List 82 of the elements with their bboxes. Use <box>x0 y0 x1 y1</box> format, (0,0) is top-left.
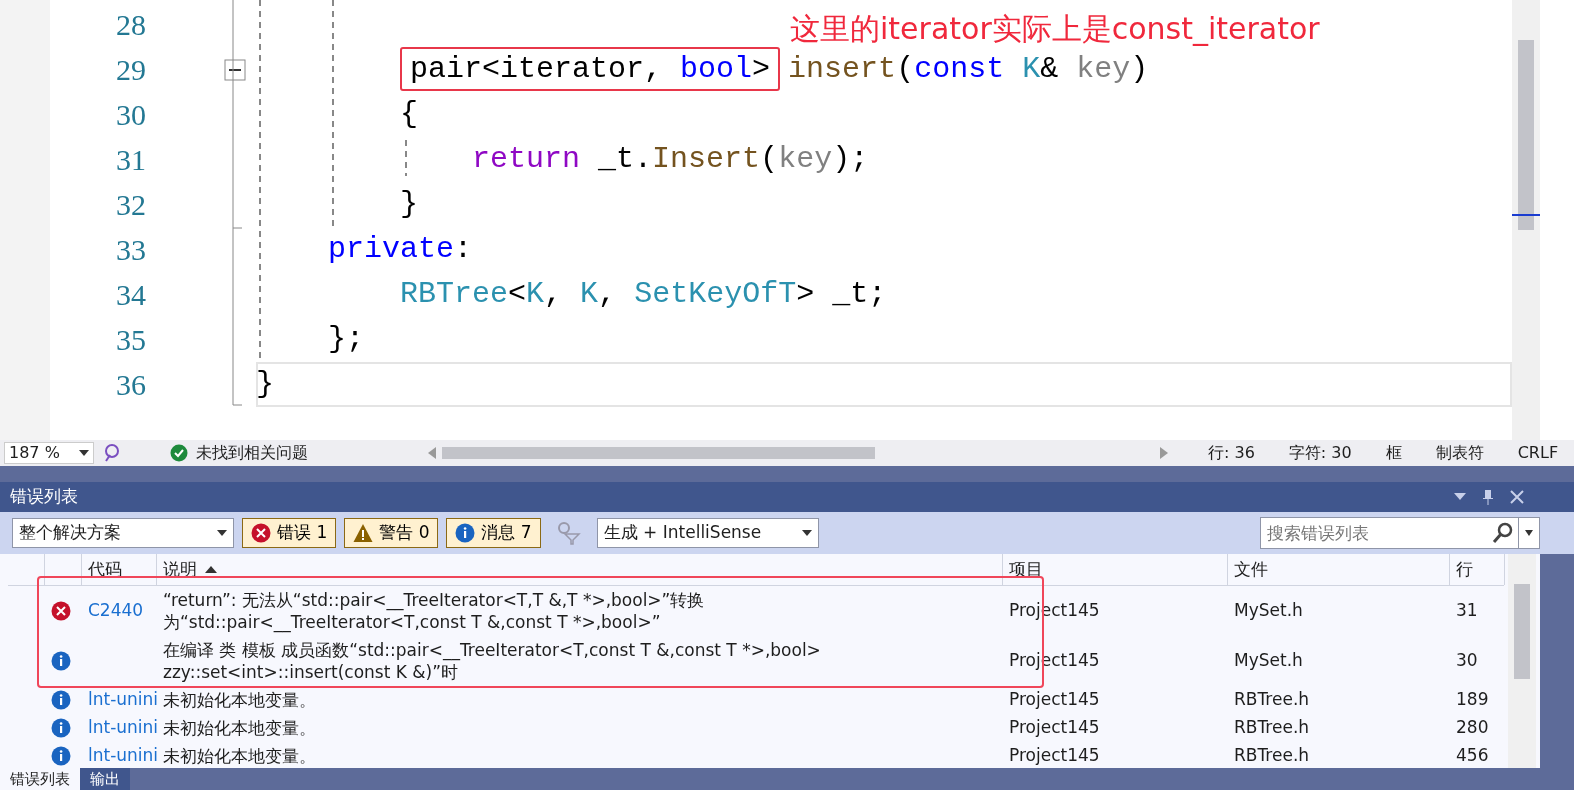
search-field[interactable]: 搜索错误列表 <box>1260 517 1540 549</box>
info-icon <box>455 523 476 543</box>
error-description: 未初始化本地变量。 <box>162 717 317 739</box>
search-icon[interactable] <box>1492 522 1514 544</box>
line-number: 31 <box>115 142 146 177</box>
sort-ascending-icon <box>205 565 217 574</box>
error-code-link[interactable]: lnt-unini <box>88 715 157 741</box>
error-code-link[interactable]: C2440 <box>88 598 144 624</box>
info-icon <box>51 718 71 738</box>
column-header[interactable]: 代码 <box>88 556 122 583</box>
dropdown-icon[interactable] <box>1454 493 1466 501</box>
table-cell-text: 456 <box>1456 744 1489 768</box>
table-cell-text: Project145 <box>1009 716 1100 740</box>
error-description: “return”: 无法从“std::pair<__TreeIterator<T,T &,T *>,bool>”转换为“std::pair<__TreeIterator<T,const T &,const T *>,bool>” <box>162 589 706 633</box>
caret-icon <box>79 450 89 456</box>
status-item: 字符: 30 <box>1288 442 1352 464</box>
warning-filter-button[interactable]: 警告 0 <box>344 518 439 548</box>
error-icon <box>51 601 71 621</box>
vertical-scrollbar[interactable] <box>1508 554 1536 768</box>
error-code-link[interactable]: lnt-unini <box>88 687 157 713</box>
table-cell-text: 189 <box>1456 688 1489 712</box>
table-cell-text: 30 <box>1456 649 1478 673</box>
info-filter-button[interactable]: 消息 7 <box>446 518 541 548</box>
error-code-link[interactable]: lnt-unini <box>88 743 157 769</box>
close-icon[interactable] <box>1510 490 1524 504</box>
status-item: 框 <box>1385 442 1402 464</box>
error-filter-button[interactable]: 错误 1 <box>242 518 337 548</box>
code-line: RBTree<K, K, SetKeyOfT> _t; <box>400 276 887 313</box>
line-number: 36 <box>115 367 146 402</box>
info-icon <box>51 690 71 710</box>
vertical-scrollbar[interactable] <box>1512 0 1540 440</box>
build-source-dropdown[interactable]: 生成 + IntelliSense <box>596 518 819 548</box>
code-line: pair<iterator, bool> insert(const K& key) <box>400 47 1149 92</box>
table-cell-text: MySet.h <box>1234 599 1303 623</box>
panel-tab[interactable]: 输出 <box>80 768 130 790</box>
info-icon <box>51 651 71 671</box>
check-icon <box>170 444 188 462</box>
status-item: 行: 36 <box>1208 442 1255 464</box>
issues-status: 未找到相关问题 <box>196 442 308 464</box>
table-cell-text: RBTree.h <box>1234 688 1310 712</box>
table-cell-text: RBTree.h <box>1234 716 1310 740</box>
error-icon <box>251 523 271 543</box>
panel-title: 错误列表 <box>10 485 78 509</box>
collapse-icon[interactable] <box>224 58 246 81</box>
caret-icon <box>801 530 812 536</box>
table-cell-text: MySet.h <box>1234 649 1303 673</box>
zoom-dropdown[interactable]: 187 % <box>4 442 94 464</box>
line-number: 35 <box>115 322 146 357</box>
annotation-box: pair<iterator, bool> <box>400 47 781 91</box>
table-cell-text: Project145 <box>1009 744 1100 768</box>
error-description: 未初始化本地变量。 <box>162 689 317 711</box>
code-line: return _t.Insert(key); <box>472 141 869 178</box>
indent-guide <box>405 140 407 176</box>
code-line: }; <box>328 321 364 358</box>
column-header[interactable]: 行 <box>1456 556 1473 583</box>
column-header[interactable]: 文件 <box>1234 556 1268 583</box>
table-cell-text: Project145 <box>1009 688 1100 712</box>
table-cell-text: RBTree.h <box>1234 744 1310 768</box>
table-cell-text: 280 <box>1456 716 1489 740</box>
line-number: 30 <box>115 97 146 132</box>
pin-icon[interactable] <box>1482 489 1494 505</box>
scroll-right-icon[interactable] <box>1160 447 1168 459</box>
panel-tab[interactable]: 错误列表 <box>0 768 80 790</box>
status-item: CRLF <box>1517 442 1559 464</box>
code-line: { <box>400 96 419 133</box>
line-number: 33 <box>115 232 146 267</box>
code-line: private: <box>328 231 473 268</box>
line-number: 28 <box>115 7 146 42</box>
error-description: 未初始化本地变量。 <box>162 745 317 767</box>
table-cell-text: 31 <box>1456 599 1478 623</box>
error-description: 在编译 类 模板 成员函数“std::pair<__TreeIterator<T,const T &,const T *>,bool> zzy::set<int>::insert(const K &)”时 <box>162 639 822 683</box>
code-line: } <box>400 186 419 223</box>
code-line: } <box>256 362 1512 407</box>
warning-icon <box>353 523 374 543</box>
line-number: 34 <box>115 277 146 312</box>
line-number: 32 <box>115 187 146 222</box>
status-item: 制表符 <box>1435 442 1484 464</box>
scope-dropdown[interactable]: 整个解决方案 <box>12 518 234 548</box>
caret-icon <box>217 530 227 536</box>
line-number: 29 <box>115 52 146 87</box>
scroll-left-icon[interactable] <box>428 447 436 459</box>
annotation-text: 这里的iterator实际上是const_iterator <box>790 12 1320 45</box>
